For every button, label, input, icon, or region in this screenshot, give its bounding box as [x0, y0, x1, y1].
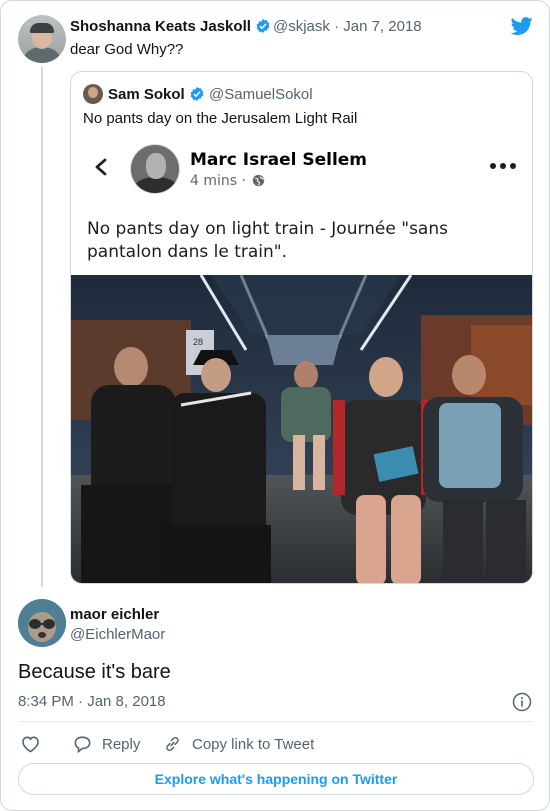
copy-link-button[interactable]: Copy link to Tweet — [163, 734, 314, 754]
divider — [18, 721, 534, 722]
main-author-handle[interactable]: @EichlerMaor — [70, 626, 165, 643]
reply-bubble-icon — [74, 736, 91, 753]
verified-badge-icon — [256, 19, 270, 33]
quoted-tweet-text: No pants day on the Jerusalem Light Rail — [83, 110, 358, 127]
copy-link-label[interactable]: Copy link to Tweet — [192, 736, 314, 753]
quoted-author: Sam Sokol — [108, 86, 205, 103]
main-author-name[interactable]: maor eichler — [70, 606, 159, 623]
facebook-post-text: No pants day on light train - Journée "s… — [87, 219, 448, 262]
heart-icon — [22, 736, 39, 753]
verified-badge-icon — [190, 87, 204, 101]
reply-button[interactable]: Reply — [73, 734, 140, 754]
avatar-main-author[interactable] — [18, 599, 66, 647]
facebook-time-text: 4 mins · — [190, 173, 246, 189]
parent-handle-date[interactable]: @skjask · Jan 7, 2018 — [273, 18, 422, 35]
reply-label[interactable]: Reply — [102, 736, 140, 753]
explore-twitter-button[interactable]: Explore what's happening on Twitter — [18, 763, 534, 795]
tweet-embed-card: Shoshanna Keats Jaskoll @skjask · Jan 7,… — [0, 0, 550, 811]
quoted-author-name: Sam Sokol — [108, 86, 185, 103]
main-tweet-text: Because it's bare — [18, 661, 171, 683]
parent-author-name[interactable]: Shoshanna Keats Jaskoll — [70, 18, 251, 35]
facebook-post-time: 4 mins · — [190, 173, 265, 189]
quoted-tweet[interactable]: Sam Sokol @SamuelSokol No pants day on t… — [70, 71, 533, 584]
main-tweet-timestamp[interactable]: 8:34 PM · Jan 8, 2018 — [18, 693, 166, 710]
back-chevron-icon — [95, 158, 107, 176]
quoted-handle: @SamuelSokol — [209, 86, 313, 103]
thread-line — [41, 67, 43, 587]
more-dots-icon — [490, 163, 516, 169]
avatar-facebook-author — [130, 144, 180, 194]
like-button[interactable] — [21, 734, 40, 754]
facebook-author-name: Marc Israel Sellem — [190, 150, 368, 170]
avatar-quoted — [83, 84, 103, 104]
parent-author[interactable]: Shoshanna Keats Jaskoll — [70, 18, 271, 35]
globe-icon — [253, 174, 265, 187]
twitter-logo-icon[interactable] — [510, 15, 534, 37]
link-icon — [166, 737, 179, 751]
avatar-parent[interactable] — [18, 15, 66, 63]
car-number: 28 — [193, 337, 203, 347]
dog-avatar-image — [18, 599, 66, 647]
info-icon[interactable] — [512, 692, 532, 712]
tram-photo: 28 — [71, 275, 532, 583]
parent-tweet-text: dear God Why?? — [70, 41, 184, 58]
